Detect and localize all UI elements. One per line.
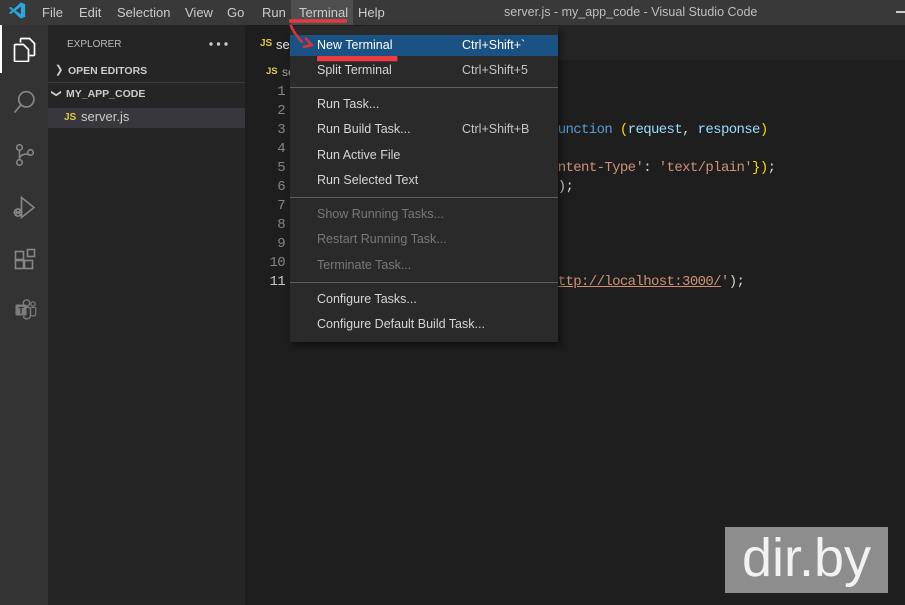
svg-text:T: T bbox=[18, 305, 24, 315]
